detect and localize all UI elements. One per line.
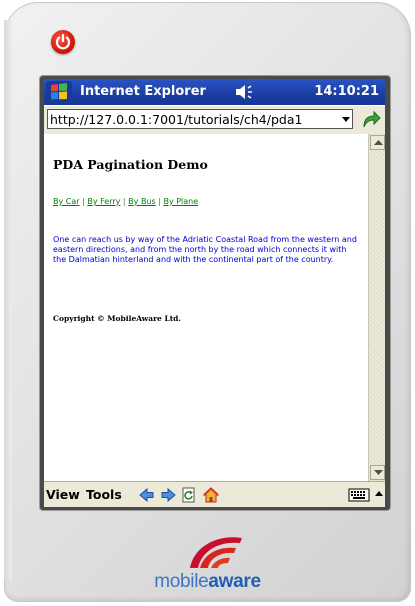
title-bar: Internet Explorer 14:10:21 xyxy=(44,79,385,105)
menu-view[interactable]: View xyxy=(46,487,80,502)
forward-icon[interactable] xyxy=(160,487,176,503)
link-separator: | xyxy=(158,197,161,206)
copyright: Copyright © MobileAware Ltd. xyxy=(53,314,182,323)
keyboard-icon[interactable] xyxy=(348,487,370,503)
app-title: Internet Explorer xyxy=(80,84,206,99)
link-separator: | xyxy=(122,197,126,206)
menu-bar: View Tools xyxy=(44,481,385,507)
scroll-up-icon[interactable] xyxy=(370,135,385,150)
link-by-plane[interactable]: By Plane xyxy=(163,197,198,206)
brand-wordmark: mobileaware xyxy=(0,571,415,593)
back-icon[interactable] xyxy=(139,487,155,503)
page-content: PDA Pagination Demo By Car | By Ferry | … xyxy=(44,134,368,481)
speaker-icon[interactable] xyxy=(234,82,256,102)
device-edge xyxy=(4,20,12,580)
address-bar: http://127.0.0.1:7001/tutorials/ch4/pda1 xyxy=(44,106,385,134)
pda-screen: Internet Explorer 14:10:21 http://127.0.… xyxy=(44,79,385,507)
chevron-down-icon[interactable] xyxy=(340,110,352,128)
power-symbol xyxy=(55,33,71,50)
menu-tools[interactable]: Tools xyxy=(86,487,122,502)
brand-logo: mobileaware xyxy=(0,528,415,600)
refresh-icon[interactable] xyxy=(181,487,197,503)
scroll-down-icon[interactable] xyxy=(370,465,385,480)
link-by-car[interactable]: By Car xyxy=(53,197,80,206)
mobileaware-swoosh-icon xyxy=(190,537,242,568)
brand-aware: aware xyxy=(208,571,261,592)
sip-arrow-up-icon[interactable] xyxy=(374,488,384,500)
home-icon[interactable] xyxy=(202,487,220,503)
page-title: PDA Pagination Demo xyxy=(53,157,208,172)
brand-mobile: mobile xyxy=(154,571,209,592)
body-text: One can reach us by way of the Adriatic … xyxy=(53,235,357,265)
go-icon[interactable] xyxy=(360,108,382,130)
power-icon[interactable] xyxy=(51,30,75,54)
link-separator: | xyxy=(82,197,85,206)
nav-links: By Car | By Ferry | By Bus | By Plane xyxy=(53,197,198,206)
link-by-bus[interactable]: By Bus xyxy=(128,197,156,206)
address-input[interactable]: http://127.0.0.1:7001/tutorials/ch4/pda1 xyxy=(47,109,353,129)
vertical-scrollbar[interactable] xyxy=(368,134,385,481)
link-by-ferry[interactable]: By Ferry xyxy=(87,197,120,206)
clock: 14:10:21 xyxy=(314,84,379,99)
windows-start-icon[interactable] xyxy=(46,81,72,103)
